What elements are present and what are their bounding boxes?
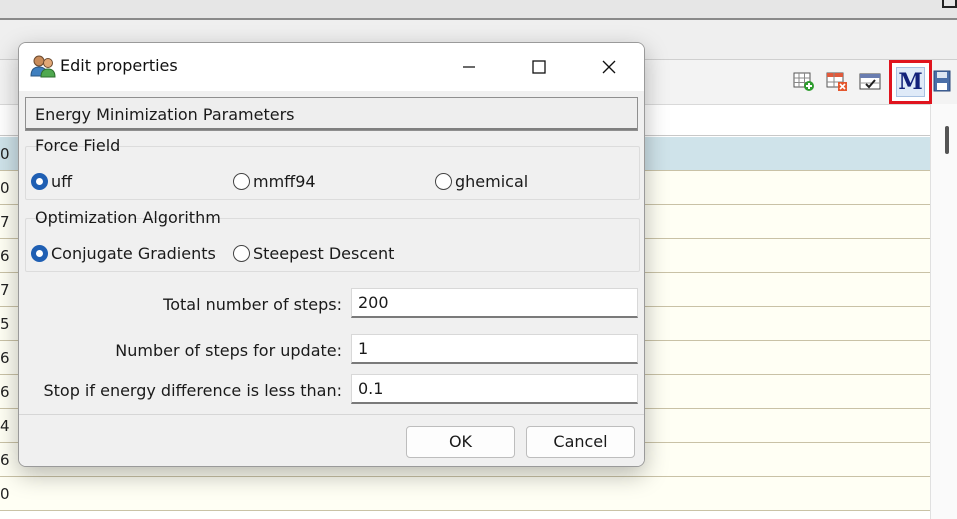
delete-row-icon[interactable]: [826, 72, 848, 92]
cancel-button[interactable]: Cancel: [526, 426, 635, 458]
radio-ghemical[interactable]: ghemical: [435, 172, 528, 191]
dialog-title: Edit properties: [60, 56, 178, 75]
row-value: 6: [0, 247, 10, 265]
highlight-box: M: [889, 60, 932, 104]
minimize-molecule-button[interactable]: M: [896, 67, 925, 97]
row-value: 7: [0, 213, 10, 231]
row-value: 0: [0, 145, 10, 163]
radio-button-steepest-descent[interactable]: [233, 245, 250, 262]
update-steps-label: Number of steps for update:: [115, 341, 342, 360]
edit-check-icon[interactable]: [859, 72, 881, 92]
app-title-bar: [0, 0, 957, 20]
app-maximize-icon[interactable]: [942, 0, 957, 8]
row-value: 0: [0, 179, 10, 197]
radio-conjugate-gradients[interactable]: Conjugate Gradients: [31, 244, 216, 263]
radio-label-conjugate-gradients: Conjugate Gradients: [51, 244, 216, 263]
edit-properties-dialog: Edit properties Energy Minimization Para…: [18, 42, 645, 467]
radio-label-mmff94: mmff94: [253, 172, 316, 191]
update-steps-input[interactable]: [351, 334, 638, 364]
dialog-body: Energy Minimization Parameters Force Fie…: [19, 91, 644, 466]
dialog-separator: [19, 414, 644, 415]
row-value: 5: [0, 315, 10, 333]
force-field-label: Force Field: [35, 136, 121, 155]
radio-button-conjugate-gradients[interactable]: [31, 245, 48, 262]
radio-label-ghemical: ghemical: [455, 172, 529, 191]
section-banner: Energy Minimization Parameters: [25, 97, 638, 131]
radio-steepest-descent[interactable]: Steepest Descent: [233, 244, 394, 263]
optimization-label: Optimization Algorithm: [35, 208, 221, 227]
scrollbar-thumb[interactable]: [945, 126, 949, 154]
radio-label-uff: uff: [51, 172, 73, 191]
total-steps-label: Total number of steps:: [163, 295, 342, 314]
dialog-title-bar[interactable]: Edit properties: [19, 43, 644, 91]
radio-uff[interactable]: uff: [31, 172, 72, 191]
row-value: 6: [0, 349, 10, 367]
row-value: 0: [0, 485, 10, 503]
energy-difference-input[interactable]: [351, 374, 638, 404]
radio-mmff94[interactable]: mmff94: [233, 172, 316, 191]
row-value: 6: [0, 451, 10, 469]
close-button[interactable]: [589, 53, 629, 81]
row-value: 6: [0, 383, 10, 401]
users-app-icon: [30, 55, 56, 78]
minimize-icon: [463, 66, 475, 68]
add-row-icon[interactable]: [793, 72, 815, 92]
vertical-scrollbar[interactable]: [930, 104, 957, 519]
close-icon: [602, 60, 616, 74]
table-row[interactable]: 0: [0, 477, 930, 511]
total-steps-input[interactable]: [351, 288, 638, 318]
row-value: 4: [0, 417, 10, 435]
radio-label-steepest-descent: Steepest Descent: [253, 244, 395, 263]
radio-button-mmff94[interactable]: [233, 173, 250, 190]
maximize-button[interactable]: [519, 53, 559, 81]
radio-button-ghemical[interactable]: [435, 173, 452, 190]
row-value: 7: [0, 281, 10, 299]
maximize-icon: [532, 60, 546, 74]
ok-button[interactable]: OK: [406, 426, 515, 458]
energy-difference-label: Stop if energy difference is less than:: [43, 381, 342, 400]
minimize-button[interactable]: [449, 53, 489, 81]
radio-button-uff[interactable]: [31, 173, 48, 190]
save-icon[interactable]: [933, 70, 951, 92]
